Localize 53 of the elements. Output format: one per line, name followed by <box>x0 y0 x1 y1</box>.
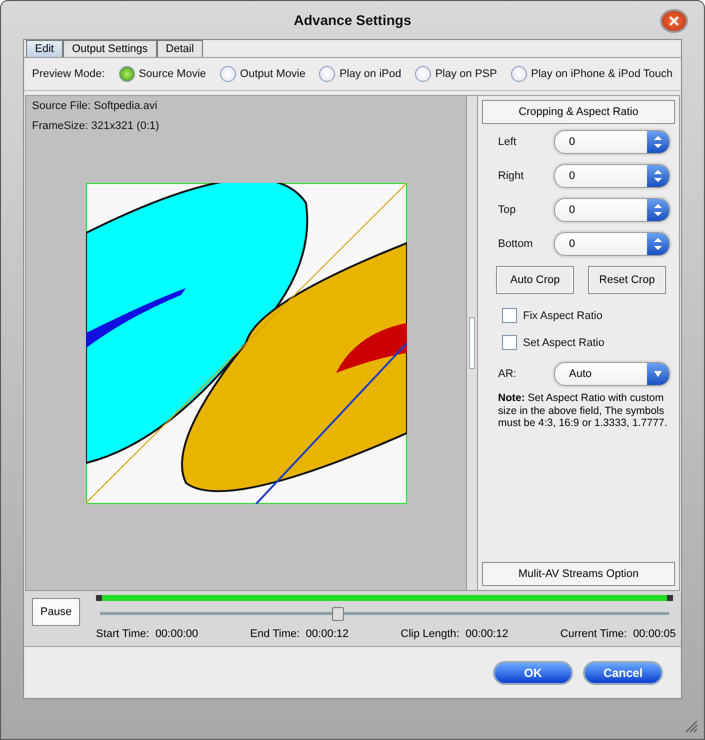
source-file-label: Source File: Softpedia.avi <box>32 100 158 112</box>
dialog-button[interactable]: Cancel <box>583 660 663 684</box>
preview-mode-label: Preview Mode: <box>32 68 105 80</box>
checkbox-label: Set Aspect Ratio <box>523 336 604 348</box>
time-label: End Time: 00:00:12 <box>250 628 349 640</box>
field-label: Left <box>498 136 518 148</box>
tab[interactable]: Edit <box>26 40 63 57</box>
checkbox[interactable] <box>502 308 517 323</box>
spin-arrows-icon[interactable] <box>647 233 669 255</box>
clip-range-bar[interactable] <box>96 595 673 601</box>
frame-size-label: FrameSize: 321x321 (0:1) <box>32 120 160 132</box>
radio-button[interactable] <box>510 66 527 82</box>
spin-arrows-icon[interactable] <box>647 165 669 187</box>
time-label: Current Time: 00:00:05 <box>560 628 676 640</box>
radio-label: Output Movie <box>240 68 306 80</box>
radio-label: Play on iPhone & iPod Touch <box>530 68 673 80</box>
spin-arrows-icon[interactable] <box>647 131 669 153</box>
splitter-handle[interactable] <box>466 96 478 590</box>
field-label: Bottom <box>498 238 534 250</box>
radio-label: Play on PSP <box>435 68 497 80</box>
crop-button[interactable]: Reset Crop <box>588 266 666 294</box>
radio-button[interactable] <box>319 66 336 82</box>
aspect-ratio-note: Note: Set Aspect Ratio with custom size in the above field, The symbols must be 4:3, 16:9 or 1.3333, 1.7777. <box>497 391 668 430</box>
ar-dropdown[interactable]: Auto <box>554 362 670 386</box>
spin-field[interactable]: 0 <box>554 130 670 154</box>
radio-button[interactable] <box>118 66 135 82</box>
spin-field[interactable]: 0 <box>554 164 670 188</box>
checkbox[interactable] <box>502 335 517 350</box>
streams-option-button[interactable]: Mulit-AV Streams Option <box>482 562 675 586</box>
radio-label: Source Movie <box>138 68 206 80</box>
radio-button[interactable] <box>220 66 236 82</box>
radio-button[interactable] <box>415 66 432 82</box>
slider-thumb[interactable] <box>332 607 344 621</box>
window-title: Advance Settings <box>294 12 412 28</box>
close-button[interactable] <box>660 9 688 33</box>
close-icon <box>669 16 679 26</box>
crop-button[interactable]: Auto Crop <box>496 266 574 294</box>
tab[interactable]: Output Settings <box>62 40 157 57</box>
tab[interactable]: Detail <box>156 40 203 57</box>
checkbox-label: Fix Aspect Ratio <box>523 310 602 322</box>
spin-field[interactable]: 0 <box>554 232 670 256</box>
field-label: Right <box>498 170 525 182</box>
spin-field[interactable]: 0 <box>554 198 670 222</box>
time-label: Clip Length: 00:00:12 <box>400 628 508 640</box>
pause-button[interactable]: Pause <box>32 598 80 626</box>
time-label: Start Time: 00:00:00 <box>96 628 198 640</box>
cropping-aspect-ratio-button[interactable]: Cropping & Aspect Ratio <box>482 100 675 124</box>
field-label: Top <box>498 204 517 216</box>
dialog-button[interactable]: OK <box>493 660 573 684</box>
ar-label: AR: <box>498 368 518 380</box>
radio-label: Play on iPod <box>339 68 402 80</box>
spin-arrows-icon[interactable] <box>647 199 669 221</box>
resize-grip-icon[interactable] <box>684 719 698 733</box>
